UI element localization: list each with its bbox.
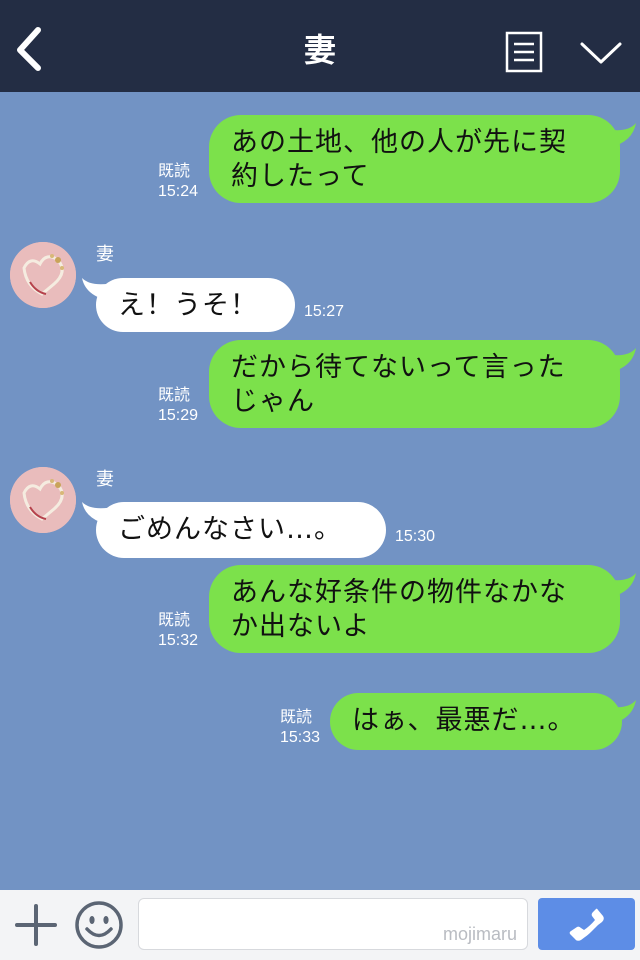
read-receipt: 既読 — [158, 612, 191, 629]
message-bubble-incoming[interactable]: ごめんなさい…。 — [96, 502, 386, 558]
heart-flower-icon — [10, 242, 76, 308]
timestamp: 15:24 — [158, 183, 199, 200]
watermark: mojimaru — [442, 924, 517, 944]
emoji-icon — [75, 901, 123, 949]
message-bubble-incoming[interactable]: え！うそ！ — [96, 278, 295, 332]
message-bubble-outgoing[interactable]: だから待てないって言った じゃん — [209, 340, 620, 428]
read-receipt: 既読 — [280, 709, 313, 726]
add-button[interactable] — [14, 903, 58, 947]
read-receipt: 既読 — [158, 163, 191, 180]
phone-icon — [569, 908, 604, 941]
emoji-button[interactable] — [74, 900, 124, 950]
menu-list-icon — [505, 31, 543, 73]
message-meta: 15:30 — [395, 527, 435, 547]
timestamp: 15:27 — [304, 303, 345, 320]
timestamp: 15:30 — [395, 528, 436, 545]
plus-icon — [15, 904, 57, 946]
chat-header: 妻 — [0, 0, 640, 92]
avatar[interactable] — [10, 467, 76, 533]
collapse-button[interactable] — [578, 36, 624, 70]
message-input[interactable]: mojimaru — [138, 898, 528, 950]
menu-button[interactable] — [504, 30, 544, 74]
chat-area[interactable]: 既読 15:24 あの土地、他の人が先に契 約したって 妻 え！うそ！ 15:2… — [0, 92, 640, 890]
timestamp: 15:32 — [158, 632, 199, 649]
message-bubble-outgoing[interactable]: あんな好条件の物件なかな か出ないよ — [209, 565, 620, 653]
sender-name: 妻 — [96, 469, 114, 490]
timestamp: 15:29 — [158, 407, 199, 424]
chevron-down-icon — [580, 42, 622, 64]
sender-name: 妻 — [96, 244, 114, 265]
timestamp: 15:33 — [280, 729, 321, 746]
message-meta: 既読 15:29 — [158, 386, 198, 426]
message-bubble-outgoing[interactable]: はぁ、最悪だ…。 — [330, 693, 622, 750]
heart-flower-icon — [10, 467, 76, 533]
message-bubble-outgoing[interactable]: あの土地、他の人が先に契 約したって — [209, 115, 620, 203]
call-button[interactable] — [538, 898, 635, 950]
message-meta: 既読 15:32 — [158, 611, 198, 651]
chat-title: 妻 — [303, 31, 336, 69]
read-receipt: 既読 — [158, 387, 191, 404]
message-meta: 既読 15:33 — [280, 708, 320, 748]
message-meta: 既読 15:24 — [158, 162, 198, 202]
avatar[interactable] — [10, 242, 76, 308]
message-meta: 15:27 — [304, 302, 344, 322]
